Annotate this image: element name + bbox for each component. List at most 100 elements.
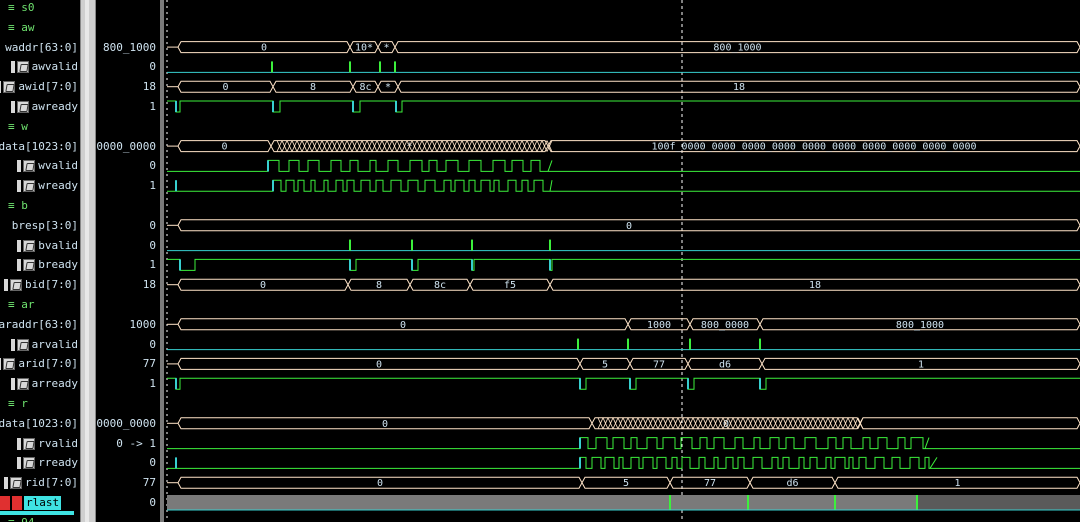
signal-name[interactable]: rready (17, 453, 78, 473)
bus-transition (842, 417, 849, 429)
group-label: s0 (21, 1, 35, 14)
waveform-trace[interactable] (167, 377, 1080, 390)
waveform-trace[interactable]: 0 1000 800_0000 800_1000 (167, 318, 1080, 331)
signal-name[interactable]: awvalid (10, 57, 78, 77)
waveform-trace[interactable] (167, 159, 1080, 172)
waveform-trace[interactable] (167, 456, 1080, 469)
bus-value-label: 0 (221, 142, 227, 153)
bus-value-label: 800_1000 (713, 43, 761, 54)
waveform-trace[interactable]: 0 5 77 d6 1 (167, 357, 1080, 370)
bus-transition (617, 417, 624, 429)
waveform-trace[interactable] (167, 239, 1080, 252)
signal-type-icon (0, 358, 2, 371)
bus-transition (712, 417, 719, 429)
signal-name[interactable]: arready (10, 374, 78, 394)
waveform-trace[interactable]: 0 * 100f_0000_0000_0000_0000_0000_0000_000… (167, 140, 1080, 153)
bus-transition (642, 417, 649, 429)
group-collapse-icon[interactable]: ≡ (8, 120, 21, 133)
bus-transition (296, 140, 303, 152)
signal-name[interactable]: bready (17, 255, 78, 275)
bus-value-label: 18 (733, 82, 745, 93)
signal-type-icon (10, 338, 15, 351)
waveform-trace[interactable] (167, 495, 1080, 511)
group-label: 94 (21, 516, 34, 522)
bus-transition (622, 417, 629, 429)
signal-name[interactable]: arvalid (10, 335, 78, 355)
waveform-trace[interactable]: 0 5 77 d6 1 (167, 476, 1080, 489)
bus-transition (627, 417, 634, 429)
waveform-trace[interactable] (167, 100, 1080, 113)
bus-transition (421, 140, 428, 152)
waveform-trace[interactable] (167, 179, 1080, 192)
bus-value-label: 8 (310, 82, 316, 93)
bus-transition (441, 140, 448, 152)
group-collapse-icon[interactable]: ≡ (8, 1, 21, 14)
group-header[interactable]: ≡ ar (8, 295, 35, 315)
signal-name[interactable]: rid[7:0] (4, 473, 78, 493)
group-collapse-icon[interactable]: ≡ (8, 199, 21, 212)
signal-name[interactable]: awready (10, 97, 78, 117)
bus-transition (807, 417, 814, 429)
bus-transition (351, 140, 358, 152)
waveform-trace[interactable] (167, 258, 1080, 271)
splitter-grip[interactable] (85, 0, 89, 522)
signal-type-icon (10, 378, 15, 391)
signal-label: data[1023:0] (0, 416, 78, 430)
bus-transition (416, 140, 423, 152)
signal-name[interactable]: wvalid (17, 156, 78, 176)
group-header[interactable]: ≡ w (8, 117, 28, 137)
group-header[interactable]: ≡ r (8, 394, 28, 414)
signal-name[interactable]: rlast (0, 493, 62, 513)
waveform-trace[interactable]: 0 10* * 800_1000 (167, 41, 1080, 54)
signal-name[interactable]: data[1023:0] (0, 137, 78, 157)
group-collapse-icon[interactable]: ≡ (8, 298, 21, 311)
waveform-canvas[interactable]: 0 10* * 800_1000 0 8 8c * 18 0 * 100f_0000_0000_000… (164, 0, 1080, 522)
group-header[interactable]: ≡ b (8, 196, 28, 216)
signal-value: 18 (142, 278, 156, 292)
signal-name[interactable]: bvalid (17, 236, 78, 256)
signal-name[interactable]: bid[7:0] (4, 275, 78, 295)
signal-name[interactable]: waddr[63:0] (5, 38, 78, 58)
bus-segment[interactable] (859, 417, 1080, 430)
bus-transition (822, 417, 829, 429)
group-collapse-icon[interactable]: ≡ (8, 516, 21, 522)
group-header[interactable]: ≡ s0 (8, 0, 35, 18)
waveform-trace[interactable]: 0 8 8c f5 18 (167, 278, 1080, 291)
signal-name[interactable]: rvalid (17, 434, 78, 454)
bus-transition (281, 140, 288, 152)
waveform-trace[interactable] (167, 61, 1080, 73)
signal-label: rlast (24, 496, 62, 510)
signal-value: 0000_0000 (96, 416, 156, 430)
splitter-handle[interactable] (80, 0, 96, 522)
signal-edit-icon (23, 457, 36, 470)
group-collapse-icon[interactable]: ≡ (8, 21, 21, 34)
signal-name[interactable]: arid[7:0] (0, 354, 78, 374)
signal-name[interactable]: data[1023:0] (0, 414, 78, 434)
waveform-trace[interactable] (167, 437, 1080, 450)
signal-type-icon (10, 61, 15, 74)
rlast-x-region (917, 495, 1080, 510)
signal-name[interactable]: awid[7:0] (0, 77, 78, 97)
signal-label: bready (38, 258, 78, 272)
bus-value-label: 1000 (647, 320, 671, 331)
waveform-trace[interactable]: 0 (167, 219, 1080, 232)
bus-transition (276, 140, 283, 152)
signal-edit-icon (23, 437, 36, 450)
waveform-trace[interactable]: 0 8 8c * 18 (167, 80, 1080, 93)
signal-label: wvalid (38, 159, 78, 173)
signal-label: rready (38, 456, 78, 470)
waveform-trace[interactable] (167, 338, 1080, 351)
signal-name[interactable]: wready (17, 176, 78, 196)
bus-value-label: 5 (623, 478, 629, 489)
waveform-trace[interactable]: 00 (167, 417, 1080, 430)
group-header[interactable]: ≡ aw (8, 18, 35, 38)
bit-dense-trace (167, 159, 1080, 172)
signal-name[interactable]: araddr[63:0] (0, 315, 78, 335)
bus-transition (792, 417, 799, 429)
bus-transition (682, 417, 689, 429)
group-collapse-icon[interactable]: ≡ (8, 397, 21, 410)
signal-label: waddr[63:0] (5, 40, 78, 54)
signal-name[interactable]: bresp[3:0] (12, 216, 78, 236)
signal-label: awvalid (31, 60, 78, 74)
bus-value-label: d6 (719, 359, 731, 370)
